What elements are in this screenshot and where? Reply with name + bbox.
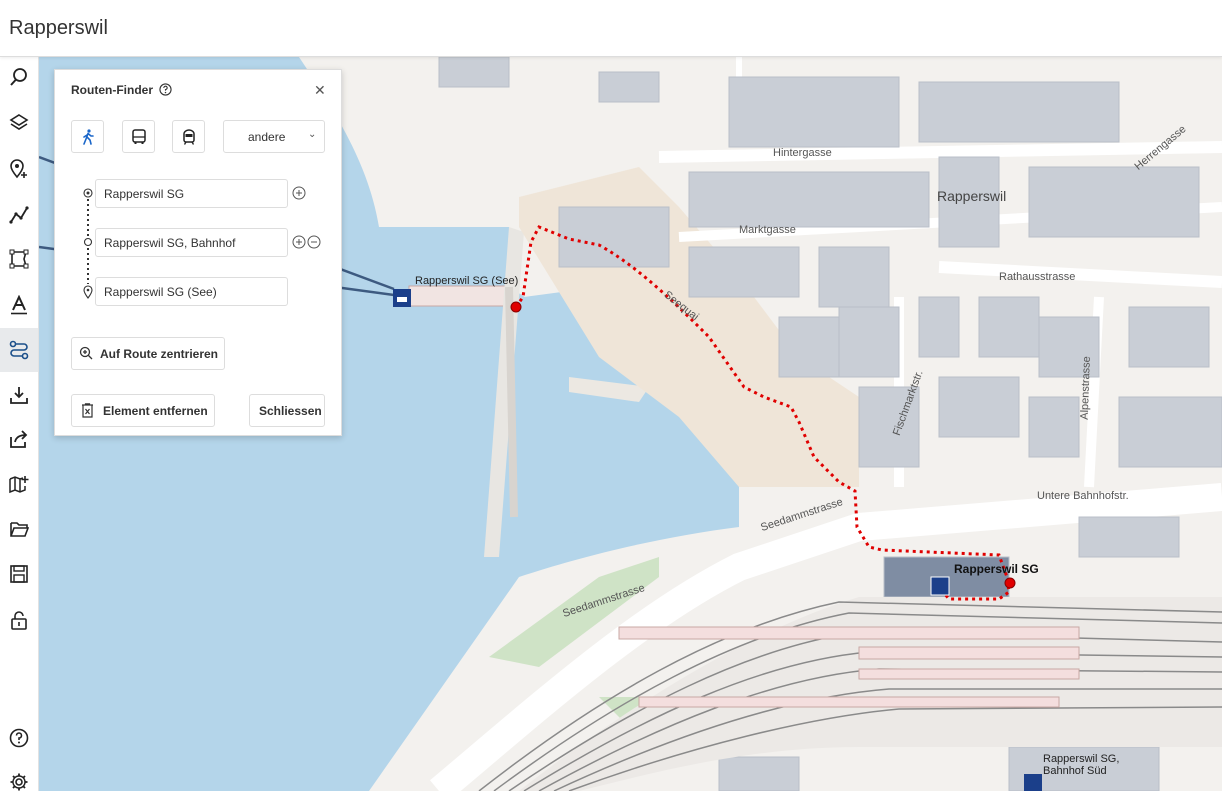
train-icon — [182, 128, 195, 145]
search-button[interactable] — [0, 57, 38, 97]
add-marker-icon — [10, 159, 27, 179]
mode-bus-button[interactable] — [122, 120, 155, 153]
stop-value: Rapperswil SG, Bahnhof — [104, 236, 236, 250]
open-button[interactable] — [0, 509, 38, 549]
add-map-icon — [9, 476, 29, 494]
stops-connector — [83, 188, 93, 299]
stop-value: Rapperswil SG (See) — [104, 285, 217, 299]
lock-icon — [11, 611, 27, 630]
station-label: Rapperswil SG (See) — [415, 275, 519, 287]
zoom-in-icon — [79, 346, 93, 360]
layers-icon — [9, 114, 29, 130]
mode-walk-button[interactable] — [71, 120, 104, 153]
page-title: Rapperswil — [9, 17, 108, 39]
stop-value: Rapperswil SG — [104, 187, 185, 201]
add-stop-icon[interactable] — [292, 186, 306, 200]
folder-open-icon — [10, 522, 29, 537]
delete-icon — [82, 403, 93, 418]
add-map-button[interactable] — [0, 464, 38, 504]
station-label: Rapperswil SG — [954, 562, 1039, 576]
download-icon — [10, 387, 28, 404]
draw-text-button[interactable] — [0, 285, 38, 325]
street-label: Alpenstrasse — [1078, 356, 1093, 420]
place-label: Rapperswil — [937, 188, 1007, 204]
save-icon — [10, 565, 28, 583]
layers-button[interactable] — [0, 103, 38, 143]
walk-icon — [82, 128, 94, 145]
panel-title: Routen-Finder — [71, 83, 153, 97]
search-icon — [10, 68, 27, 86]
route-finder-panel: Routen-Finder ✕ andere ⌄ Rapperswil SG R… — [54, 69, 342, 436]
center-route-button[interactable]: Auf Route zentrieren — [71, 337, 225, 370]
help-icon[interactable] — [159, 83, 172, 96]
add-marker-button[interactable] — [0, 149, 38, 189]
settings-button[interactable] — [0, 762, 38, 802]
street-label: Untere Bahnhofstr. — [1037, 490, 1129, 502]
station-label: Rapperswil SG, Bahnhof Süd — [1043, 753, 1120, 777]
stop-input-destination[interactable]: Rapperswil SG (See) — [95, 277, 288, 306]
toolbar-sidebar — [0, 57, 39, 791]
settings-icon — [10, 773, 28, 791]
close-icon[interactable]: ✕ — [314, 82, 326, 99]
text-icon — [11, 295, 27, 315]
close-panel-label: Schliessen — [259, 404, 322, 418]
route-finder-button[interactable] — [0, 328, 38, 372]
chevron-down-icon: ⌄ — [308, 129, 317, 140]
remove-element-label: Element entfernen — [103, 404, 208, 418]
close-panel-button[interactable]: Schliessen — [249, 394, 325, 427]
center-route-label: Auf Route zentrieren — [100, 347, 219, 361]
help-button[interactable] — [0, 718, 38, 758]
header-bar: Rapperswil — [0, 0, 1222, 57]
share-icon — [10, 430, 28, 448]
share-button[interactable] — [0, 419, 38, 459]
save-button[interactable] — [0, 554, 38, 594]
street-label: Rathausstrasse — [999, 271, 1076, 283]
help-icon — [9, 728, 29, 748]
street-label: Hintergasse — [773, 147, 832, 159]
line-icon — [9, 206, 29, 224]
route-icon — [9, 340, 29, 360]
remove-element-button[interactable]: Element entfernen — [71, 394, 215, 427]
polygon-icon — [9, 249, 29, 269]
mode-select[interactable]: andere ⌄ — [223, 120, 325, 153]
mode-select-value: andere — [248, 130, 286, 144]
draw-line-button[interactable] — [0, 195, 38, 235]
mode-train-button[interactable] — [172, 120, 205, 153]
bus-icon — [131, 128, 146, 144]
stop-input-via[interactable]: Rapperswil SG, Bahnhof — [95, 228, 288, 257]
lock-button[interactable] — [0, 600, 38, 640]
add-stop-icon[interactable] — [292, 235, 306, 249]
draw-polygon-button[interactable] — [0, 239, 38, 279]
street-label: Marktgasse — [739, 224, 796, 236]
download-button[interactable] — [0, 375, 38, 415]
stop-input-start[interactable]: Rapperswil SG — [95, 179, 288, 208]
remove-stop-icon[interactable] — [307, 235, 321, 249]
